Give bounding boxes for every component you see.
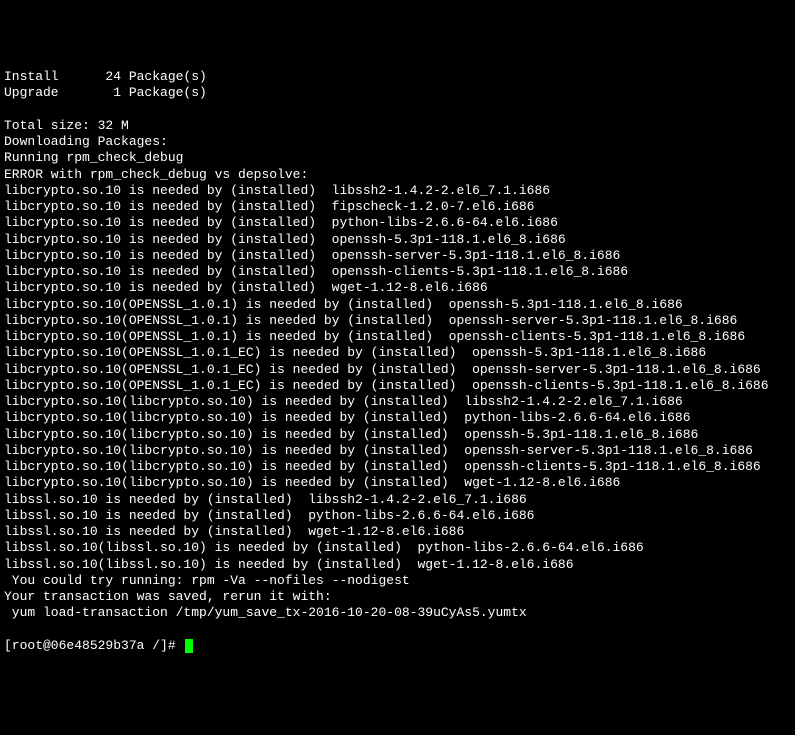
cursor — [185, 639, 193, 653]
terminal-line: Install 24 Package(s) — [4, 69, 791, 85]
terminal-line: libcrypto.so.10(libcrypto.so.10) is need… — [4, 394, 791, 410]
terminal-line: libssl.so.10 is needed by (installed) py… — [4, 508, 791, 524]
terminal-line: Running rpm_check_debug — [4, 150, 791, 166]
prompt-line[interactable]: [root@06e48529b37a /]# — [4, 638, 791, 654]
terminal-line: libcrypto.so.10 is needed by (installed)… — [4, 215, 791, 231]
terminal-line: libcrypto.so.10 is needed by (installed)… — [4, 264, 791, 280]
terminal-line: libcrypto.so.10(libcrypto.so.10) is need… — [4, 459, 791, 475]
terminal-line: libcrypto.so.10(libcrypto.so.10) is need… — [4, 475, 791, 491]
terminal-line: libcrypto.so.10(libcrypto.so.10) is need… — [4, 443, 791, 459]
terminal-line: Total size: 32 M — [4, 118, 791, 134]
terminal-line: libcrypto.so.10 is needed by (installed)… — [4, 183, 791, 199]
terminal-line: Downloading Packages: — [4, 134, 791, 150]
terminal-line: libssl.so.10 is needed by (installed) wg… — [4, 524, 791, 540]
terminal-line: ERROR with rpm_check_debug vs depsolve: — [4, 167, 791, 183]
terminal-line: Your transaction was saved, rerun it wit… — [4, 589, 791, 605]
terminal-line: libcrypto.so.10(OPENSSL_1.0.1_EC) is nee… — [4, 345, 791, 361]
terminal-line: libcrypto.so.10(libcrypto.so.10) is need… — [4, 427, 791, 443]
terminal-line: libssl.so.10(libssl.so.10) is needed by … — [4, 540, 791, 556]
terminal-line: libcrypto.so.10(OPENSSL_1.0.1_EC) is nee… — [4, 362, 791, 378]
terminal-line: libcrypto.so.10 is needed by (installed)… — [4, 248, 791, 264]
terminal-line: libcrypto.so.10 is needed by (installed)… — [4, 232, 791, 248]
terminal-line: libcrypto.so.10(OPENSSL_1.0.1) is needed… — [4, 297, 791, 313]
shell-prompt: [root@06e48529b37a /]# — [4, 638, 183, 654]
terminal-line — [4, 102, 791, 118]
terminal-line: libssl.so.10 is needed by (installed) li… — [4, 492, 791, 508]
terminal-line: libcrypto.so.10 is needed by (installed)… — [4, 199, 791, 215]
terminal-line: Upgrade 1 Package(s) — [4, 85, 791, 101]
terminal-line: libcrypto.so.10(libcrypto.so.10) is need… — [4, 410, 791, 426]
terminal-line: libcrypto.so.10 is needed by (installed)… — [4, 280, 791, 296]
terminal-line: libcrypto.so.10(OPENSSL_1.0.1) is needed… — [4, 313, 791, 329]
terminal-line: libssl.so.10(libssl.so.10) is needed by … — [4, 557, 791, 573]
terminal-line: libcrypto.so.10(OPENSSL_1.0.1_EC) is nee… — [4, 378, 791, 394]
terminal-line: libcrypto.so.10(OPENSSL_1.0.1) is needed… — [4, 329, 791, 345]
terminal-output: Install 24 Package(s)Upgrade 1 Package(s… — [4, 69, 791, 622]
terminal-line: yum load-transaction /tmp/yum_save_tx-20… — [4, 605, 791, 621]
